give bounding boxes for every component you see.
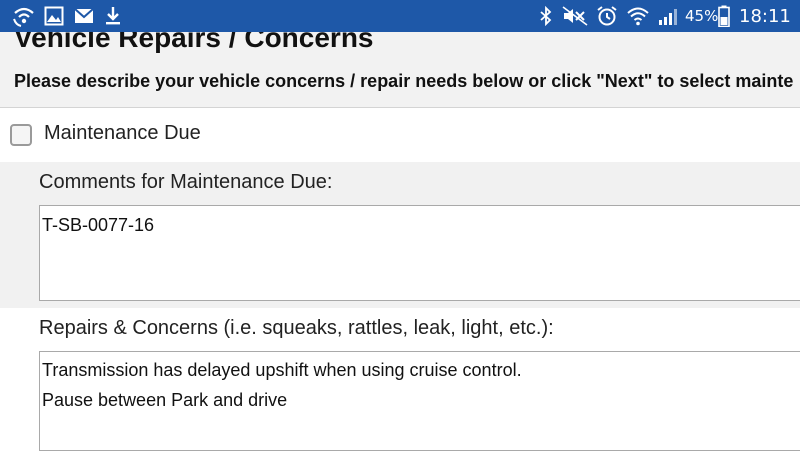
- download-icon: [104, 5, 122, 27]
- repairs-concerns-field[interactable]: Transmission has delayed upshift when us…: [39, 351, 800, 451]
- page-title: Vehicle Repairs / Concerns: [14, 32, 374, 53]
- signal-icon: [658, 5, 680, 27]
- repairs-concerns-section: Repairs & Concerns (i.e. squeaks, rattle…: [0, 308, 800, 451]
- maintenance-comments-section: Comments for Maintenance Due: T-SB-0077-…: [0, 162, 800, 308]
- battery-percent: 45%: [685, 0, 718, 32]
- maintenance-due-checkbox[interactable]: [10, 124, 32, 146]
- clock: 18:11: [739, 0, 791, 32]
- alarm-icon: [596, 5, 618, 27]
- battery-percent-text: 45%: [685, 7, 719, 25]
- wifi-call-icon: [12, 5, 36, 27]
- wifi-icon: [626, 5, 650, 27]
- repairs-concerns-label: Repairs & Concerns (i.e. squeaks, rattle…: [39, 317, 554, 339]
- bluetooth-icon: [538, 5, 554, 27]
- maintenance-comments-label: Comments for Maintenance Due:: [39, 171, 333, 193]
- maintenance-comments-field[interactable]: T-SB-0077-16: [39, 205, 800, 301]
- maintenance-due-row[interactable]: Maintenance Due: [0, 110, 800, 162]
- battery-icon: [718, 5, 730, 27]
- image-icon: [44, 5, 64, 27]
- maintenance-due-label: Maintenance Due: [44, 122, 201, 144]
- clock-text: 18:11: [739, 5, 791, 27]
- status-bar: 45% 18:11: [0, 0, 800, 32]
- instructions-text: Please describe your vehicle concerns / …: [14, 71, 794, 91]
- mail-icon: [74, 5, 94, 27]
- page-header: Vehicle Repairs / Concerns Please descri…: [0, 32, 800, 108]
- mute-icon: [562, 5, 588, 27]
